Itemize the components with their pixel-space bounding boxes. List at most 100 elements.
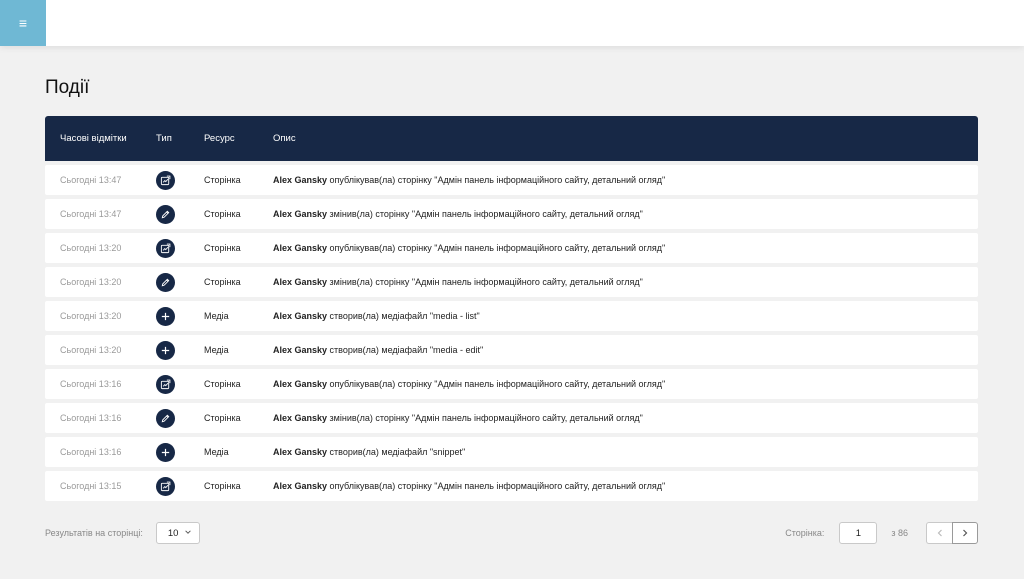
table-row[interactable]: Сьогодні 13:20 Медіа Alex Gansky створив(л…: [45, 301, 978, 331]
table-row[interactable]: Сьогодні 13:16 Сторінка Alex Gansky змінив…: [45, 403, 978, 433]
event-time: Сьогодні 13:16: [60, 413, 122, 423]
event-type-cell: [156, 374, 204, 394]
event-resource: Сторінка: [204, 481, 241, 491]
page-number-input[interactable]: 1: [839, 522, 878, 544]
event-resource: Медіа: [204, 311, 229, 321]
prev-page-button[interactable]: [926, 522, 952, 544]
page-title: Події: [45, 77, 90, 98]
pagination: Сторінка: 1 з 86: [785, 522, 978, 544]
event-user[interactable]: Alex Gansky: [273, 277, 327, 287]
event-description: Alex Gansky опублікував(ла) сторінку "Ад…: [273, 481, 978, 491]
event-action: опублікував(ла) сторінку "Адмін панель і…: [327, 243, 666, 253]
event-user[interactable]: Alex Gansky: [273, 379, 327, 389]
publish-icon: [156, 238, 175, 258]
column-header-time[interactable]: Часові відмітки: [45, 133, 156, 144]
event-description: Alex Gansky змінив(ла) сторінку "Адмін п…: [273, 413, 978, 423]
event-resource: Сторінка: [204, 277, 241, 287]
event-action: опублікував(ла) сторінку "Адмін панель і…: [327, 175, 666, 185]
event-user[interactable]: Alex Gansky: [273, 447, 327, 457]
event-type-cell: [156, 340, 204, 360]
event-user[interactable]: Alex Gansky: [273, 413, 327, 423]
event-type-cell: [156, 170, 204, 190]
top-bar: ≡: [0, 0, 1024, 46]
event-action: створив(ла) медіафайл "media - edit": [327, 345, 484, 355]
event-user[interactable]: Alex Gansky: [273, 209, 327, 219]
page-number-value: 1: [855, 527, 861, 539]
event-resource: Медіа: [204, 345, 229, 355]
event-time: Сьогодні 13:20: [60, 345, 122, 355]
event-user[interactable]: Alex Gansky: [273, 345, 327, 355]
event-resource: Сторінка: [204, 209, 241, 219]
edit-icon: [156, 408, 175, 428]
table-row[interactable]: Сьогодні 13:16 Сторінка Alex Gansky опублі…: [45, 369, 978, 399]
page-label: Сторінка:: [785, 528, 825, 538]
event-description: Alex Gansky створив(ла) медіафайл "media…: [273, 311, 978, 321]
event-action: змінив(ла) сторінку "Адмін панель інформ…: [327, 277, 643, 287]
table-row[interactable]: Сьогодні 13:15 Сторінка Alex Gansky опублі…: [45, 471, 978, 501]
event-time: Сьогодні 13:20: [60, 277, 122, 287]
chevron-down-icon: [185, 530, 191, 534]
event-time: Сьогодні 13:15: [60, 481, 122, 491]
event-user[interactable]: Alex Gansky: [273, 311, 327, 321]
event-description: Alex Gansky змінив(ла) сторінку "Адмін п…: [273, 277, 978, 287]
per-page-value: 10: [167, 527, 179, 539]
edit-icon: [156, 204, 175, 224]
event-time: Сьогодні 13:20: [60, 243, 122, 253]
event-resource: Сторінка: [204, 243, 241, 253]
plus-icon: [156, 306, 175, 326]
event-action: змінив(ла) сторінку "Адмін панель інформ…: [327, 209, 643, 219]
hamburger-icon: ≡: [18, 15, 28, 31]
event-description: Alex Gansky створив(ла) медіафайл "media…: [273, 345, 978, 355]
table-body: Сьогодні 13:47 Сторінка Alex Gansky опублі…: [45, 165, 978, 501]
event-description: Alex Gansky опублікував(ла) сторінку "Ад…: [273, 243, 978, 253]
table-row[interactable]: Сьогодні 13:20 Медіа Alex Gansky створив(л…: [45, 335, 978, 365]
event-resource: Медіа: [204, 447, 229, 457]
event-time: Сьогодні 13:16: [60, 447, 122, 457]
event-action: опублікував(ла) сторінку "Адмін панель і…: [327, 481, 666, 491]
publish-icon: [156, 476, 175, 496]
plus-icon: [156, 442, 175, 462]
column-header-type[interactable]: Тип: [156, 133, 204, 144]
publish-icon: [156, 170, 175, 190]
table-row[interactable]: Сьогодні 13:47 Сторінка Alex Gansky опублі…: [45, 165, 978, 195]
event-resource: Сторінка: [204, 175, 241, 185]
event-type-cell: [156, 306, 204, 326]
edit-icon: [156, 272, 175, 292]
event-description: Alex Gansky змінив(ла) сторінку "Адмін п…: [273, 209, 978, 219]
plus-icon: [156, 340, 175, 360]
publish-icon: [156, 374, 175, 394]
event-type-cell: [156, 238, 204, 258]
chevron-left-icon: [937, 529, 942, 537]
column-header-description[interactable]: Опис: [273, 133, 978, 144]
menu-button[interactable]: ≡: [0, 0, 46, 46]
per-page-control: Результатів на сторінці: 10: [45, 522, 200, 544]
table-row[interactable]: Сьогодні 13:47 Сторінка Alex Gansky змінив…: [45, 199, 978, 229]
event-time: Сьогодні 13:47: [60, 209, 122, 219]
table-row[interactable]: Сьогодні 13:16 Медіа Alex Gansky створив(л…: [45, 437, 978, 467]
page-total: з 86: [891, 528, 908, 538]
event-description: Alex Gansky опублікував(ла) сторінку "Ад…: [273, 379, 978, 389]
column-header-resource[interactable]: Ресурс: [204, 133, 273, 144]
event-resource: Сторінка: [204, 413, 241, 423]
event-user[interactable]: Alex Gansky: [273, 175, 327, 185]
event-action: створив(ла) медіафайл "snippet": [327, 447, 466, 457]
per-page-label: Результатів на сторінці:: [45, 528, 143, 538]
next-page-button[interactable]: [952, 522, 978, 544]
event-resource: Сторінка: [204, 379, 241, 389]
event-description: Alex Gansky створив(ла) медіафайл "snipp…: [273, 447, 978, 457]
event-type-cell: [156, 442, 204, 462]
event-description: Alex Gansky опублікував(ла) сторінку "Ад…: [273, 175, 978, 185]
event-type-cell: [156, 272, 204, 292]
table-row[interactable]: Сьогодні 13:20 Сторінка Alex Gansky опублі…: [45, 233, 978, 263]
event-user[interactable]: Alex Gansky: [273, 243, 327, 253]
event-action: опублікував(ла) сторінку "Адмін панель і…: [327, 379, 666, 389]
events-table: Часові відмітки Тип Ресурс Опис Сьогодні…: [45, 116, 978, 501]
event-action: створив(ла) медіафайл "media - list": [327, 311, 480, 321]
event-type-cell: [156, 476, 204, 496]
event-user[interactable]: Alex Gansky: [273, 481, 327, 491]
event-time: Сьогодні 13:20: [60, 311, 122, 321]
per-page-select[interactable]: 10: [155, 522, 200, 544]
table-row[interactable]: Сьогодні 13:20 Сторінка Alex Gansky змінив…: [45, 267, 978, 297]
event-time: Сьогодні 13:47: [60, 175, 122, 185]
event-type-cell: [156, 204, 204, 224]
